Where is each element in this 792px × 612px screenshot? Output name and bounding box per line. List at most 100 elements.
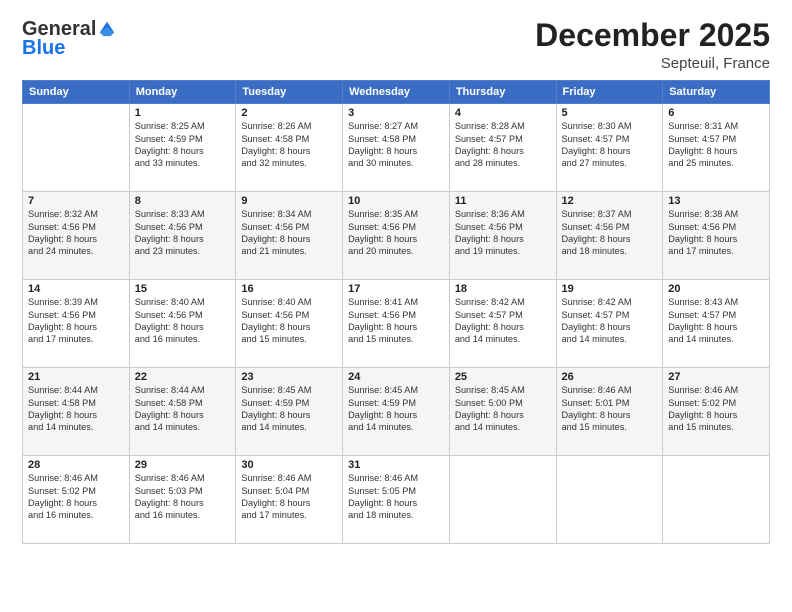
day-info: Sunrise: 8:44 AMSunset: 4:58 PMDaylight:… (135, 384, 231, 434)
calendar-cell: 9Sunrise: 8:34 AMSunset: 4:56 PMDaylight… (236, 192, 343, 280)
day-number: 17 (348, 283, 444, 295)
header-monday: Monday (129, 81, 236, 104)
day-number: 31 (348, 459, 444, 471)
calendar-cell (663, 456, 770, 544)
calendar-cell: 10Sunrise: 8:35 AMSunset: 4:56 PMDayligh… (343, 192, 450, 280)
day-info: Sunrise: 8:30 AMSunset: 4:57 PMDaylight:… (562, 120, 658, 170)
calendar-cell: 23Sunrise: 8:45 AMSunset: 4:59 PMDayligh… (236, 368, 343, 456)
day-info: Sunrise: 8:45 AMSunset: 5:00 PMDaylight:… (455, 384, 551, 434)
day-info: Sunrise: 8:45 AMSunset: 4:59 PMDaylight:… (348, 384, 444, 434)
day-number: 4 (455, 107, 551, 119)
day-info: Sunrise: 8:46 AMSunset: 5:02 PMDaylight:… (28, 472, 124, 522)
title-section: December 2025 Septeuil, France (535, 18, 770, 72)
day-number: 10 (348, 195, 444, 207)
location: Septeuil, France (535, 55, 770, 72)
day-number: 18 (455, 283, 551, 295)
day-number: 13 (668, 195, 764, 207)
logo: General Blue (22, 18, 116, 60)
calendar-week-4: 21Sunrise: 8:44 AMSunset: 4:58 PMDayligh… (23, 368, 770, 456)
day-info: Sunrise: 8:40 AMSunset: 4:56 PMDaylight:… (241, 296, 337, 346)
header-sunday: Sunday (23, 81, 130, 104)
calendar-cell: 13Sunrise: 8:38 AMSunset: 4:56 PMDayligh… (663, 192, 770, 280)
day-info: Sunrise: 8:46 AMSunset: 5:04 PMDaylight:… (241, 472, 337, 522)
logo-blue: Blue (22, 37, 65, 60)
day-number: 25 (455, 371, 551, 383)
day-info: Sunrise: 8:37 AMSunset: 4:56 PMDaylight:… (562, 208, 658, 258)
page: General Blue December 2025 Septeuil, Fra… (0, 0, 792, 612)
day-info: Sunrise: 8:42 AMSunset: 4:57 PMDaylight:… (562, 296, 658, 346)
calendar-cell: 12Sunrise: 8:37 AMSunset: 4:56 PMDayligh… (556, 192, 663, 280)
calendar-week-2: 7Sunrise: 8:32 AMSunset: 4:56 PMDaylight… (23, 192, 770, 280)
header: General Blue December 2025 Septeuil, Fra… (22, 18, 770, 72)
day-number: 21 (28, 371, 124, 383)
header-friday: Friday (556, 81, 663, 104)
day-info: Sunrise: 8:46 AMSunset: 5:02 PMDaylight:… (668, 384, 764, 434)
calendar-cell: 3Sunrise: 8:27 AMSunset: 4:58 PMDaylight… (343, 104, 450, 192)
day-info: Sunrise: 8:25 AMSunset: 4:59 PMDaylight:… (135, 120, 231, 170)
day-number: 23 (241, 371, 337, 383)
calendar-cell: 25Sunrise: 8:45 AMSunset: 5:00 PMDayligh… (449, 368, 556, 456)
day-number: 15 (135, 283, 231, 295)
day-number: 30 (241, 459, 337, 471)
day-number: 6 (668, 107, 764, 119)
day-number: 12 (562, 195, 658, 207)
calendar-cell: 5Sunrise: 8:30 AMSunset: 4:57 PMDaylight… (556, 104, 663, 192)
day-number: 19 (562, 283, 658, 295)
day-number: 2 (241, 107, 337, 119)
day-info: Sunrise: 8:39 AMSunset: 4:56 PMDaylight:… (28, 296, 124, 346)
header-thursday: Thursday (449, 81, 556, 104)
header-saturday: Saturday (663, 81, 770, 104)
day-number: 3 (348, 107, 444, 119)
day-number: 20 (668, 283, 764, 295)
calendar-cell: 8Sunrise: 8:33 AMSunset: 4:56 PMDaylight… (129, 192, 236, 280)
day-info: Sunrise: 8:27 AMSunset: 4:58 PMDaylight:… (348, 120, 444, 170)
day-number: 14 (28, 283, 124, 295)
calendar-cell: 7Sunrise: 8:32 AMSunset: 4:56 PMDaylight… (23, 192, 130, 280)
calendar-cell: 14Sunrise: 8:39 AMSunset: 4:56 PMDayligh… (23, 280, 130, 368)
day-number: 5 (562, 107, 658, 119)
day-info: Sunrise: 8:36 AMSunset: 4:56 PMDaylight:… (455, 208, 551, 258)
calendar-week-1: 1Sunrise: 8:25 AMSunset: 4:59 PMDaylight… (23, 104, 770, 192)
day-number: 22 (135, 371, 231, 383)
day-info: Sunrise: 8:42 AMSunset: 4:57 PMDaylight:… (455, 296, 551, 346)
day-info: Sunrise: 8:31 AMSunset: 4:57 PMDaylight:… (668, 120, 764, 170)
calendar-cell: 11Sunrise: 8:36 AMSunset: 4:56 PMDayligh… (449, 192, 556, 280)
day-number: 27 (668, 371, 764, 383)
calendar-table: Sunday Monday Tuesday Wednesday Thursday… (22, 80, 770, 544)
logo-icon (98, 19, 116, 37)
day-info: Sunrise: 8:35 AMSunset: 4:56 PMDaylight:… (348, 208, 444, 258)
calendar-cell: 6Sunrise: 8:31 AMSunset: 4:57 PMDaylight… (663, 104, 770, 192)
day-number: 29 (135, 459, 231, 471)
calendar-cell: 4Sunrise: 8:28 AMSunset: 4:57 PMDaylight… (449, 104, 556, 192)
calendar-cell (556, 456, 663, 544)
day-info: Sunrise: 8:44 AMSunset: 4:58 PMDaylight:… (28, 384, 124, 434)
calendar-header-row: Sunday Monday Tuesday Wednesday Thursday… (23, 81, 770, 104)
calendar-cell: 29Sunrise: 8:46 AMSunset: 5:03 PMDayligh… (129, 456, 236, 544)
day-number: 16 (241, 283, 337, 295)
calendar-cell: 28Sunrise: 8:46 AMSunset: 5:02 PMDayligh… (23, 456, 130, 544)
day-info: Sunrise: 8:46 AMSunset: 5:01 PMDaylight:… (562, 384, 658, 434)
day-info: Sunrise: 8:45 AMSunset: 4:59 PMDaylight:… (241, 384, 337, 434)
day-number: 7 (28, 195, 124, 207)
day-number: 8 (135, 195, 231, 207)
calendar-cell: 15Sunrise: 8:40 AMSunset: 4:56 PMDayligh… (129, 280, 236, 368)
calendar-cell: 24Sunrise: 8:45 AMSunset: 4:59 PMDayligh… (343, 368, 450, 456)
calendar-cell: 26Sunrise: 8:46 AMSunset: 5:01 PMDayligh… (556, 368, 663, 456)
day-number: 1 (135, 107, 231, 119)
day-number: 26 (562, 371, 658, 383)
day-info: Sunrise: 8:41 AMSunset: 4:56 PMDaylight:… (348, 296, 444, 346)
day-info: Sunrise: 8:34 AMSunset: 4:56 PMDaylight:… (241, 208, 337, 258)
calendar-cell: 18Sunrise: 8:42 AMSunset: 4:57 PMDayligh… (449, 280, 556, 368)
calendar-week-3: 14Sunrise: 8:39 AMSunset: 4:56 PMDayligh… (23, 280, 770, 368)
calendar-cell: 17Sunrise: 8:41 AMSunset: 4:56 PMDayligh… (343, 280, 450, 368)
calendar-cell: 27Sunrise: 8:46 AMSunset: 5:02 PMDayligh… (663, 368, 770, 456)
day-info: Sunrise: 8:26 AMSunset: 4:58 PMDaylight:… (241, 120, 337, 170)
day-info: Sunrise: 8:43 AMSunset: 4:57 PMDaylight:… (668, 296, 764, 346)
calendar-week-5: 28Sunrise: 8:46 AMSunset: 5:02 PMDayligh… (23, 456, 770, 544)
day-info: Sunrise: 8:46 AMSunset: 5:05 PMDaylight:… (348, 472, 444, 522)
calendar-cell: 21Sunrise: 8:44 AMSunset: 4:58 PMDayligh… (23, 368, 130, 456)
day-number: 11 (455, 195, 551, 207)
header-tuesday: Tuesday (236, 81, 343, 104)
calendar-cell (449, 456, 556, 544)
calendar-cell: 22Sunrise: 8:44 AMSunset: 4:58 PMDayligh… (129, 368, 236, 456)
